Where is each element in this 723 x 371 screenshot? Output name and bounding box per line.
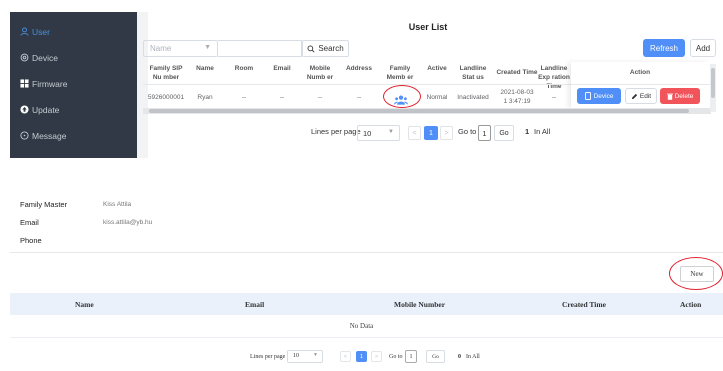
- cell-landline-status: Inactivated: [457, 94, 489, 101]
- column-header: Action: [680, 300, 702, 309]
- column-header: Created Time: [496, 69, 538, 76]
- go-button[interactable]: Go: [494, 125, 514, 141]
- chevron-down-icon: ▼: [313, 353, 318, 358]
- column-header: Mobile Numb er: [306, 65, 334, 81]
- go-button[interactable]: Go: [426, 350, 445, 363]
- cell-mobile: --: [317, 94, 323, 101]
- prev-page-button[interactable]: <: [408, 126, 421, 140]
- message-icon: [18, 130, 30, 142]
- horizontal-scrollbar[interactable]: [143, 108, 711, 114]
- search-button[interactable]: Search: [302, 40, 349, 57]
- sidebar-divider: [137, 12, 148, 158]
- sidebar-item-firmware[interactable]: Firmware: [10, 72, 137, 96]
- refresh-button[interactable]: Refresh: [643, 39, 685, 57]
- column-header: Landline Stat us: [459, 65, 487, 81]
- total-count: 0: [458, 354, 461, 360]
- cell-address: --: [356, 94, 362, 101]
- sidebar-item-label: Message: [32, 131, 67, 141]
- highlight-ring: [669, 257, 723, 290]
- cell-sip: 5926000001: [147, 94, 185, 101]
- column-header: Family SIP Nu mber: [149, 65, 183, 81]
- member-table-header: [10, 293, 723, 315]
- cell-active: Normal: [426, 94, 448, 101]
- current-page-button[interactable]: 1: [424, 126, 438, 140]
- sidebar-item-label: Device: [32, 53, 58, 63]
- chevron-down-icon: ▼: [388, 129, 394, 135]
- next-page-button[interactable]: >: [371, 351, 382, 362]
- page-title: User List: [408, 22, 448, 32]
- column-header: Address: [345, 65, 372, 72]
- sidebar: User Device Firmware Update Message: [10, 12, 137, 158]
- sidebar-item-message[interactable]: Message: [10, 124, 137, 148]
- vertical-scrollbar[interactable]: [710, 64, 716, 112]
- sidebar-item-label: Update: [32, 105, 60, 115]
- goto-label: Go to: [389, 354, 403, 360]
- scrollbar-thumb[interactable]: [149, 109, 689, 113]
- device-icon: [584, 92, 591, 100]
- device-icon: [18, 53, 30, 64]
- table-divider: [10, 337, 723, 338]
- cell-room: --: [241, 94, 247, 101]
- sidebar-item-label: Firmware: [32, 79, 68, 89]
- lines-per-page-select[interactable]: 10 ▼: [357, 125, 400, 141]
- pencil-icon: [631, 93, 638, 99]
- filter-field-select[interactable]: Name ▼: [143, 40, 218, 57]
- highlight-ring: [383, 85, 421, 108]
- search-input[interactable]: [218, 40, 302, 57]
- trash-icon: [666, 93, 673, 100]
- scrollbar-thumb[interactable]: [711, 68, 715, 98]
- column-header: Name: [196, 65, 214, 72]
- user-list-panel: User Device Firmware Update Message User…: [0, 0, 723, 160]
- column-header: Name: [75, 300, 94, 309]
- email-value: kiss.attila@yb.hu: [103, 219, 153, 226]
- goto-page-input[interactable]: 1: [405, 350, 417, 363]
- goto-page-input[interactable]: 1: [478, 125, 491, 141]
- next-page-button[interactable]: >: [440, 126, 453, 140]
- family-master-value: Kiss Attila: [103, 201, 132, 208]
- total-label: In All: [466, 354, 480, 360]
- cell-name: Ryan: [197, 94, 213, 101]
- total-count: 1: [525, 127, 530, 136]
- lines-per-page-label: Lines per page: [311, 127, 361, 136]
- add-user-button[interactable]: Add: [690, 39, 716, 57]
- current-page-button[interactable]: 1: [356, 351, 367, 362]
- goto-label: Go to: [458, 127, 477, 136]
- column-header: Created Time: [562, 300, 606, 309]
- grid-icon: [18, 78, 30, 90]
- column-header: Landline Exp ration Time: [538, 65, 570, 90]
- total-label: In All: [534, 127, 551, 136]
- sidebar-item-update[interactable]: Update: [10, 98, 137, 122]
- lines-per-page-select[interactable]: 10 ▼: [287, 350, 323, 363]
- sidebar-item-device[interactable]: Device: [10, 46, 137, 70]
- email-label: Email: [20, 218, 39, 227]
- cell-email: --: [279, 94, 285, 101]
- column-header: Family Memb er: [386, 65, 414, 81]
- user-icon: [18, 26, 30, 38]
- empty-state: No Data: [349, 322, 374, 330]
- cell-created-time: 2021-08-03 1 3:47:19: [500, 89, 534, 105]
- column-header: Room: [234, 65, 254, 72]
- sidebar-item-user[interactable]: User: [10, 20, 137, 44]
- upload-icon: [18, 104, 30, 116]
- search-icon: [307, 45, 315, 53]
- device-button[interactable]: Device: [577, 88, 621, 104]
- sidebar-item-label: User: [32, 27, 50, 37]
- column-header: Email: [245, 300, 265, 309]
- cell-landline-expiration: --: [551, 94, 557, 101]
- delete-button[interactable]: Delete: [660, 88, 700, 104]
- family-master-label: Family Master: [20, 200, 68, 209]
- lines-per-page-label: Lines per page: [250, 354, 286, 360]
- phone-label: Phone: [20, 236, 42, 245]
- chevron-down-icon: ▼: [204, 44, 211, 51]
- section-divider: [10, 252, 723, 253]
- column-header: Email: [273, 65, 291, 72]
- edit-button[interactable]: Edit: [625, 88, 657, 104]
- column-header: Mobile Number: [394, 300, 446, 309]
- prev-page-button[interactable]: <: [340, 351, 351, 362]
- column-header: Active: [427, 65, 447, 72]
